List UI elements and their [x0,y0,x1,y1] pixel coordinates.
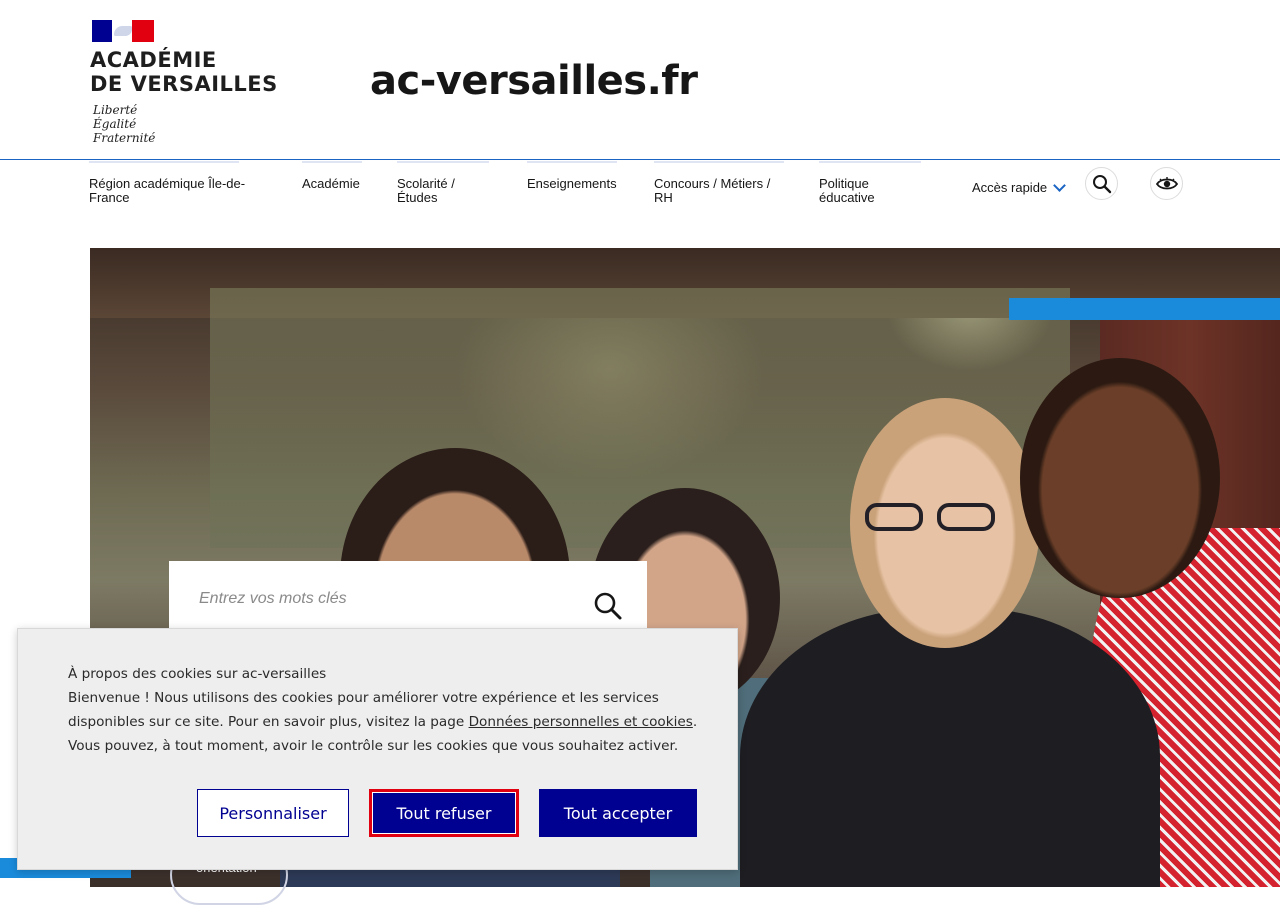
nav-item-academie[interactable]: Académie [302,161,372,191]
site-title[interactable]: ac-versailles.fr [370,58,698,104]
nav-tick [302,161,362,163]
accessibility-button[interactable] [1150,167,1183,200]
nav-item-label: Concours / Métiers / RH [654,176,771,205]
eye-icon [1155,176,1178,189]
nav-tick [89,161,239,163]
child-4-head [1020,358,1220,598]
hero-accent-bar [1009,298,1280,320]
nav-item-enseignements[interactable]: Enseignements [527,161,627,191]
search-icon [594,592,622,620]
motto-fraternite: Fraternité [93,131,156,145]
search-icon [1092,174,1111,193]
nav-tick [397,161,489,163]
academie-logo[interactable]: ACADÉMIE DE VERSAILLES Liberté Égalité F… [90,20,290,150]
privacy-policy-link[interactable]: Données personnelles et cookies [469,714,693,730]
republic-motto: Liberté Égalité Fraternité [93,103,155,145]
nav-item-label: Académie [302,176,360,191]
chevron-down-icon [1053,178,1067,192]
quick-access-label: Accès rapide [972,180,1048,195]
motto-liberte: Liberté [93,103,138,117]
nav-item-label: Scolarité / Études [397,176,455,205]
logo-line-1: ACADÉMIE [90,48,217,72]
search-submit-button[interactable] [591,589,625,623]
nav-tick [527,161,617,163]
nav-item-concours-metiers-rh[interactable]: Concours / Métiers / RH [654,161,789,205]
nav-item-politique-educative[interactable]: Politique éducative [819,161,921,205]
search-input[interactable] [197,589,581,609]
customize-cookies-button[interactable]: Personnaliser [197,789,349,837]
nav-item-label: Région académique Île-de-France [89,176,246,205]
motto-egalite: Égalité [93,117,137,131]
accept-all-cookies-button[interactable]: Tout accepter [539,789,697,837]
nav-item-label: Enseignements [527,176,617,191]
cookie-banner: À propos des cookies sur ac-versailles B… [17,628,738,870]
quick-access-dropdown[interactable]: Accès rapide [972,178,1067,195]
nav-item-scolarite-etudes[interactable]: Scolarité / Études [397,161,489,205]
header-search-button[interactable] [1085,167,1118,200]
nav-tick [819,161,921,163]
cookie-body: Bienvenue ! Nous utilisons des cookies p… [68,686,708,758]
header-divider [0,159,1280,160]
cookie-text: À propos des cookies sur ac-versailles B… [68,662,708,758]
nav-item-region-academique[interactable]: Région académique Île-de-France [89,161,269,205]
logo-line-2: DE VERSAILLES [90,72,278,96]
nav-tick [654,161,784,163]
refuse-all-cookies-button[interactable]: Tout refuser [369,789,519,837]
glasses [865,503,1005,533]
nav-item-label: Politique éducative [819,176,875,205]
marianne-flag-icon [92,20,154,42]
cookie-title: À propos des cookies sur ac-versailles [68,666,327,682]
child-3-body [740,608,1160,887]
